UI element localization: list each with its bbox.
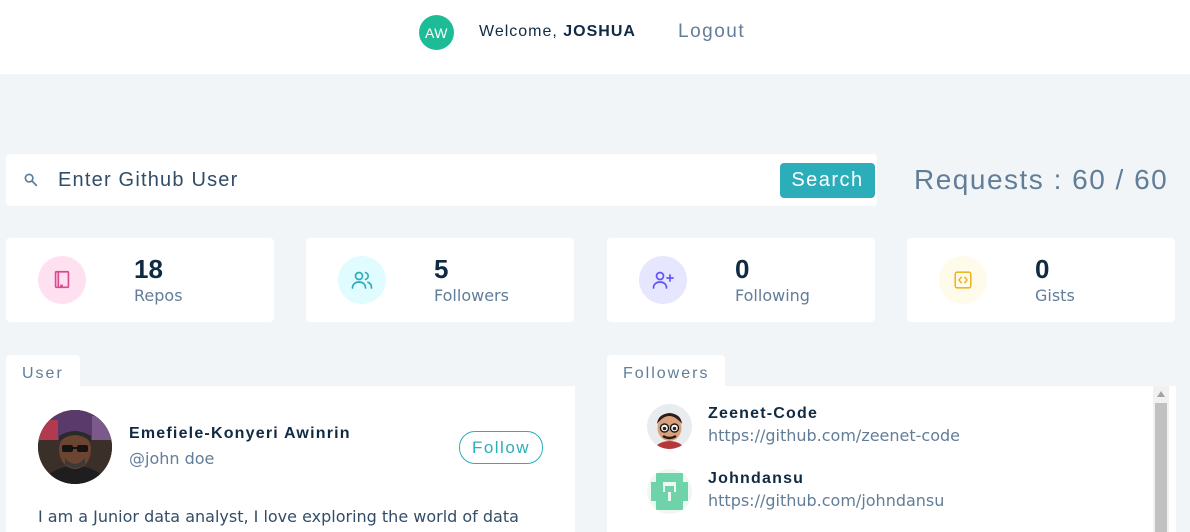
- avatar: AW: [419, 15, 454, 50]
- follower-avatar: [647, 469, 692, 514]
- follower-name: Zeenet-Code: [708, 405, 819, 422]
- user-avatar: [38, 410, 112, 484]
- follower-link[interactable]: https://github.com/zeenet-code: [708, 426, 960, 445]
- stat-icon-wrapper: [639, 256, 687, 304]
- stat-value: 18: [134, 254, 163, 284]
- stat-label: Repos: [134, 286, 183, 305]
- follower-name: Johndansu: [708, 470, 805, 487]
- user-plus-icon: [652, 271, 674, 289]
- followers-scrollbar[interactable]: [1153, 386, 1169, 532]
- stat-icon-wrapper: [939, 256, 987, 304]
- stat-value: 0: [1035, 254, 1050, 284]
- stat-icon-wrapper: [38, 256, 86, 304]
- user-card-tab: User: [6, 355, 80, 387]
- welcome-username: JOSHUA: [563, 23, 636, 40]
- user-bio: I am a Junior data analyst, I love explo…: [38, 507, 519, 526]
- followers-card-tab: Followers: [607, 355, 726, 387]
- search-form: Search: [6, 154, 877, 206]
- stat-card-repos: 18 Repos: [6, 238, 274, 322]
- followers-card: Zeenet-Code https://github.com/zeenet-co…: [607, 386, 1176, 532]
- follower-avatar: [647, 404, 692, 449]
- stat-label: Following: [735, 286, 810, 305]
- user-card: Emefiele-Konyeri Awinrin @john doe Follo…: [6, 386, 575, 532]
- code-icon: [954, 271, 972, 289]
- requests-counter: Requests : 60 / 60: [914, 164, 1169, 195]
- search-icon: [24, 173, 38, 187]
- follower-item[interactable]: Johndansu https://github.com/johndansu: [647, 469, 1107, 519]
- search-button[interactable]: Search: [780, 163, 875, 198]
- navbar: AW Welcome, JOSHUA Logout: [0, 0, 1190, 74]
- user-handle: @john doe: [129, 449, 215, 468]
- stat-card-followers: 5 Followers: [306, 238, 574, 322]
- follower-item[interactable]: Zeenet-Code https://github.com/zeenet-co…: [647, 404, 1107, 454]
- stat-icon-wrapper: [338, 256, 386, 304]
- stat-label: Followers: [434, 286, 509, 305]
- stat-card-following: 0 Following: [607, 238, 875, 322]
- search-input[interactable]: [58, 165, 758, 195]
- scrollbar-thumb[interactable]: [1155, 403, 1167, 532]
- follow-button[interactable]: Follow: [459, 431, 543, 464]
- stat-card-gists: 0 Gists: [907, 238, 1175, 322]
- book-icon: [54, 270, 70, 289]
- users-icon: [351, 271, 373, 289]
- welcome-prefix: Welcome,: [479, 23, 564, 40]
- stat-value: 0: [735, 254, 750, 284]
- welcome-text: Welcome, JOSHUA: [479, 23, 636, 41]
- user-full-name: Emefiele-Konyeri Awinrin: [129, 425, 351, 442]
- follower-link[interactable]: https://github.com/johndansu: [708, 491, 944, 510]
- stat-label: Gists: [1035, 286, 1075, 305]
- scroll-up-arrow-icon[interactable]: [1157, 391, 1165, 397]
- stat-value: 5: [434, 254, 449, 284]
- logout-button[interactable]: Logout: [678, 21, 745, 43]
